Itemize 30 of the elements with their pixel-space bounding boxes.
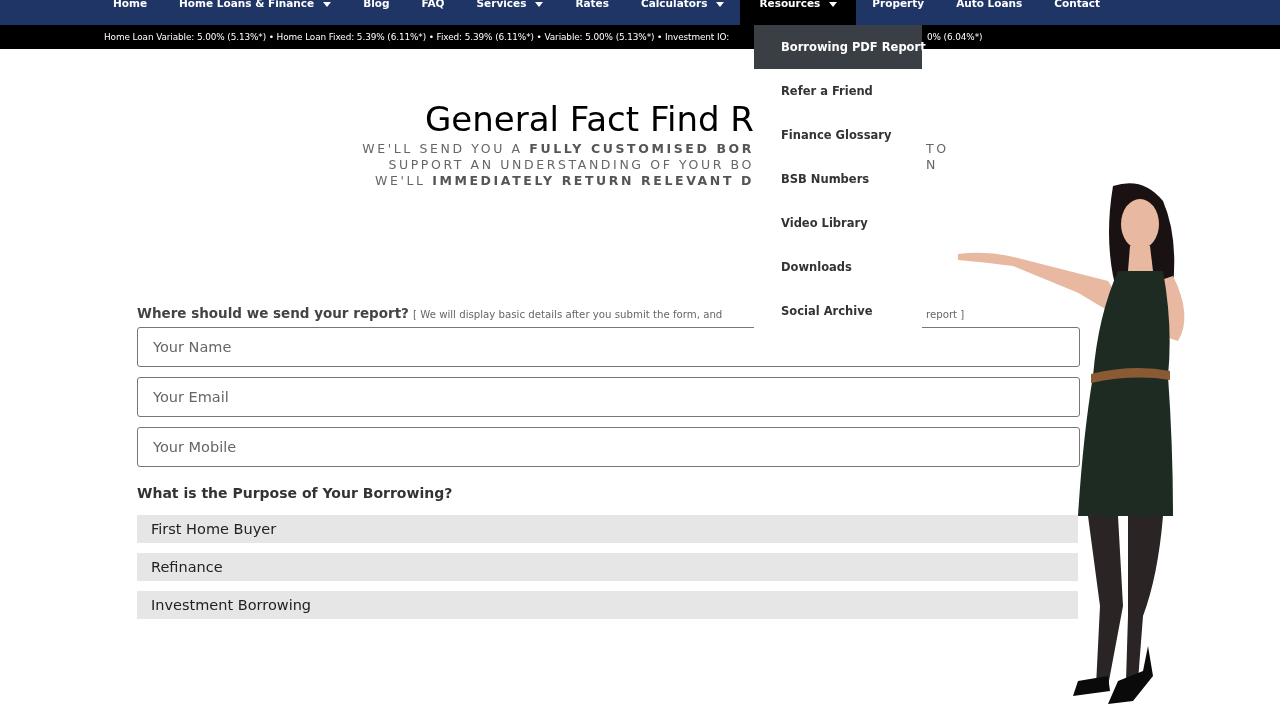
form-note: [ We will display basic details after you submit the form, and [412,309,723,320]
menu-item[interactable]: Downloads [754,245,922,289]
subtitle-text: SUPPORT AN UNDERSTANDING OF YOUR BO [387,157,754,173]
option-button[interactable]: Refinance [137,553,1078,581]
menu-item[interactable]: BSB Numbers [754,157,922,201]
subtitle-text: WE'LL IMMEDIATELY RETURN RELEVANT D [373,173,754,189]
input-field[interactable]: Your Name [137,327,1080,367]
menu-item[interactable]: Refer a Friend [754,69,922,113]
rates-ticker: 0% (6.04%*) [927,32,983,42]
option-button[interactable]: Investment Borrowing [137,591,1078,619]
rates-ticker: Home Loan Variable: 5.00% (5.13%*) • Home Loan Fixed: 5.39% (6.11%*) • Fixed: 5.39% (6.11%*) • Variable: 5.00% (5.13%*) • Investment IO: [104,32,731,42]
nav-link[interactable]: Home [97,0,164,25]
nav-link[interactable]: Resources [740,0,857,25]
nav-link[interactable]: Property [856,0,941,25]
nav-link[interactable]: Auto Loans [940,0,1039,25]
menu-item[interactable]: Video Library [754,201,922,245]
input-field[interactable]: Your Email [137,377,1080,417]
purpose-label: What is the Purpose of Your Borrowing? [137,485,454,501]
nav-link[interactable]: Rates [559,0,625,25]
subtitle-text: N [926,157,938,172]
nav-link[interactable]: Contact [1038,0,1117,25]
form-question: Where should we send your report? [137,305,409,321]
input-field[interactable]: Your Mobile [137,427,1080,467]
subtitle-text: TO [926,141,949,156]
form-note: report ] [926,309,965,320]
menu-item[interactable]: Finance Glossary [754,113,922,157]
option-button[interactable]: First Home Buyer [137,515,1078,543]
page-title: General Fact Find R [425,99,754,139]
subtitle-text: WE'LL SEND YOU A FULLY CUSTOMISED BOR [361,141,754,157]
nav-link[interactable]: FAQ [405,0,461,25]
